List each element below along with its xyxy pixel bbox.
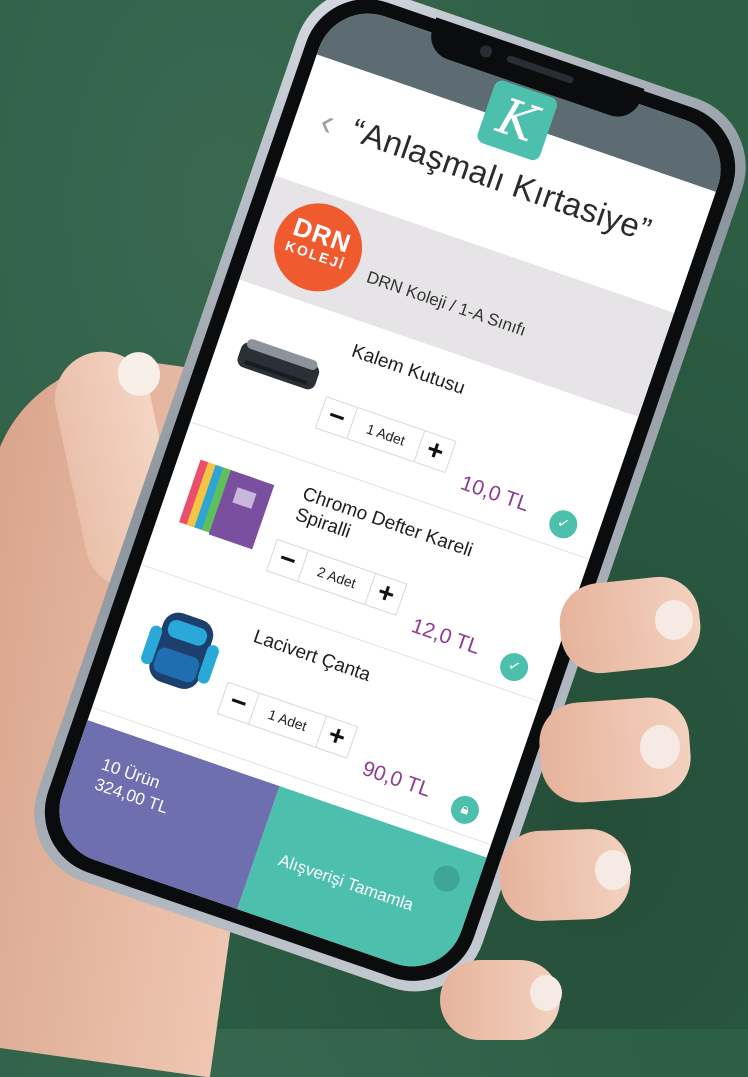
quantity-stepper: − 1 Adet + <box>315 396 457 474</box>
school-class-label: DRN Koleji / 1-A Sınıfı <box>364 267 529 340</box>
app-screen: K ‹ “Anlaşmalı Kırtasiye” DRN KOLEJİ DRN… <box>45 0 735 981</box>
backpack-image <box>141 612 219 689</box>
quantity-value: 1 Adet <box>346 407 426 462</box>
quantity-value: 2 Adet <box>297 550 376 605</box>
finger-nail <box>595 850 631 890</box>
lock-icon[interactable]: 🔒︎ <box>447 792 483 828</box>
item-price: 12,0 TL <box>408 614 483 660</box>
back-button[interactable]: ‹ <box>315 101 341 145</box>
camera-icon <box>478 43 494 59</box>
finger-nail <box>640 725 680 769</box>
checkout-indicator <box>430 862 464 896</box>
pencil-case-image <box>237 339 320 390</box>
checkout-label: Alışverişi Tamamla <box>276 850 416 915</box>
check-icon[interactable]: ✓ <box>545 506 582 543</box>
speaker <box>505 54 575 85</box>
item-price: 90,0 TL <box>359 756 434 802</box>
school-logo: DRN KOLEJİ <box>262 191 375 304</box>
quantity-value: 1 Adet <box>248 693 327 748</box>
finger-nail <box>655 600 693 640</box>
item-price: 10,0 TL <box>457 471 533 517</box>
finger-nail <box>530 975 562 1011</box>
check-icon[interactable]: ✓ <box>496 649 532 685</box>
quantity-stepper: − 1 Adet + <box>216 681 359 759</box>
notebook-image <box>179 459 275 550</box>
